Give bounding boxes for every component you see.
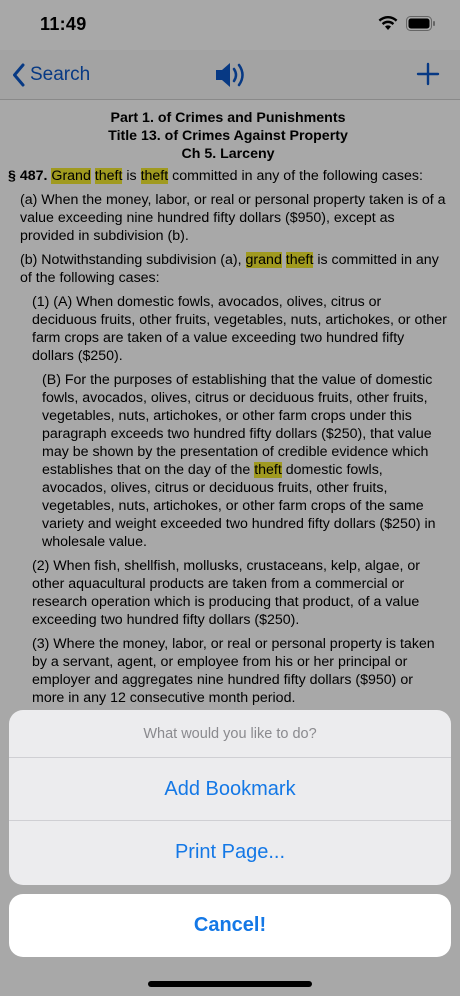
action-sheet-title: What would you like to do? <box>9 710 451 758</box>
action-sheet: What would you like to do? Add Bookmark … <box>9 710 451 885</box>
cancel-button[interactable]: Cancel! <box>9 894 451 957</box>
home-indicator <box>148 981 312 987</box>
add-bookmark-button[interactable]: Add Bookmark <box>9 758 451 821</box>
print-page-button[interactable]: Print Page... <box>9 821 451 884</box>
